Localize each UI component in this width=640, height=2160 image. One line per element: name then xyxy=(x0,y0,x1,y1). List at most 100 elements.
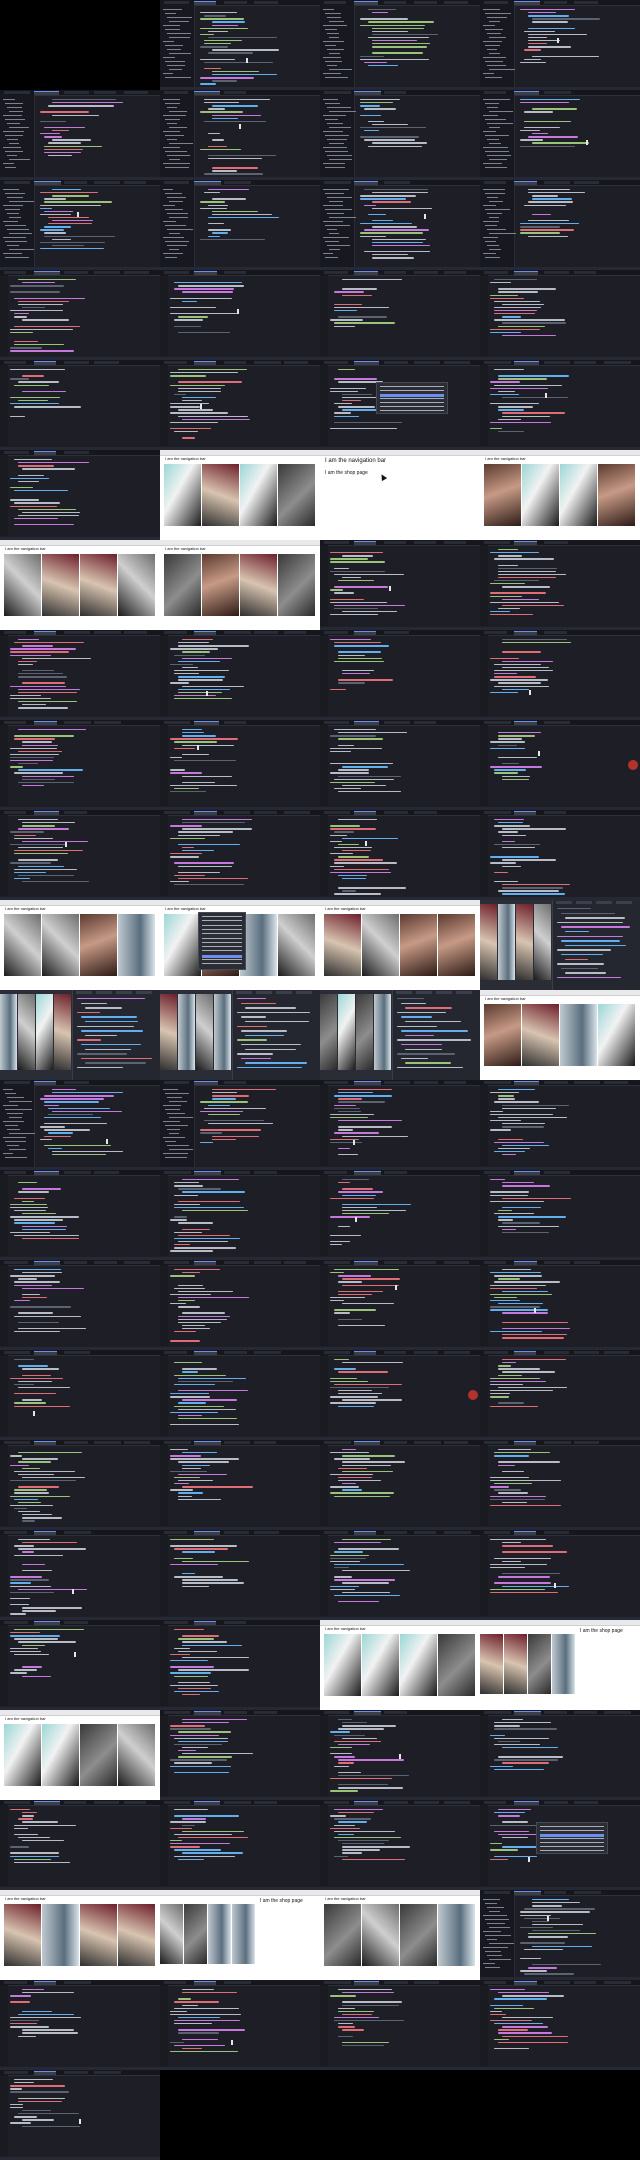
editor-tab[interactable] xyxy=(34,361,56,365)
file-tree-item[interactable] xyxy=(487,65,506,66)
editor-tab[interactable] xyxy=(4,631,26,634)
editor-tab[interactable] xyxy=(64,181,87,184)
file-tree-item[interactable] xyxy=(9,201,34,202)
file-tree-item[interactable] xyxy=(163,73,173,74)
file-tree-item[interactable] xyxy=(165,167,189,168)
editor-tab[interactable] xyxy=(514,1531,536,1535)
context-menu-item[interactable] xyxy=(202,959,242,960)
editor-tab[interactable] xyxy=(194,271,217,275)
file-tree-item[interactable] xyxy=(167,1097,182,1098)
file-tree-item[interactable] xyxy=(485,1935,511,1936)
file-tree-item[interactable] xyxy=(165,1157,187,1158)
editor-tab[interactable] xyxy=(64,1801,86,1804)
file-tree-item[interactable] xyxy=(167,229,193,230)
editor-tab[interactable] xyxy=(514,1081,539,1085)
editor-tab[interactable] xyxy=(164,271,189,274)
editor-tab[interactable] xyxy=(34,721,57,725)
devtools-tab[interactable] xyxy=(96,991,112,994)
editor-tab[interactable] xyxy=(164,181,189,184)
editor-tab[interactable] xyxy=(254,1,278,4)
file-tree-item[interactable] xyxy=(169,1149,193,1150)
file-tree-item[interactable] xyxy=(9,143,19,144)
menu-item[interactable] xyxy=(540,1846,604,1847)
editor-tab[interactable] xyxy=(484,1711,511,1714)
file-tree-item[interactable] xyxy=(3,147,21,148)
file-explorer-sidebar[interactable] xyxy=(160,185,195,267)
editor-tab[interactable] xyxy=(414,1531,436,1534)
context-menu-item[interactable] xyxy=(202,950,242,952)
file-tree-item[interactable] xyxy=(483,253,496,254)
file-tree-item[interactable] xyxy=(165,45,183,46)
file-tree-item[interactable] xyxy=(483,25,495,26)
file-tree-item[interactable] xyxy=(7,123,20,124)
file-tree-item[interactable] xyxy=(5,167,16,168)
file-tree-item[interactable] xyxy=(163,147,180,148)
file-tree-item[interactable] xyxy=(483,57,506,58)
editor-tab[interactable] xyxy=(34,1801,60,1805)
menu-item[interactable] xyxy=(380,386,444,387)
file-tree-item[interactable] xyxy=(323,131,343,132)
file-tree-item[interactable] xyxy=(9,1101,32,1102)
editor-tab[interactable] xyxy=(4,1441,30,1444)
editor-tab[interactable] xyxy=(284,1261,306,1264)
file-tree-item[interactable] xyxy=(329,69,352,70)
editor-tab[interactable] xyxy=(514,1981,537,1985)
editor-tab[interactable] xyxy=(164,1981,186,1984)
file-tree-item[interactable] xyxy=(169,127,187,128)
editor-tab[interactable] xyxy=(484,361,511,364)
file-tree-item[interactable] xyxy=(167,123,177,124)
editor-tab[interactable] xyxy=(64,631,90,634)
file-tree-item[interactable] xyxy=(329,143,344,144)
file-tree-item[interactable] xyxy=(167,107,177,108)
file-tree-item[interactable] xyxy=(165,225,186,226)
editor-tab[interactable] xyxy=(384,181,410,184)
menu-item[interactable] xyxy=(380,406,444,407)
file-tree-item[interactable] xyxy=(9,233,32,234)
editor-tab[interactable] xyxy=(94,1171,119,1174)
file-tree-item[interactable] xyxy=(165,61,185,62)
file-tree-item[interactable] xyxy=(325,103,340,104)
editor-tab[interactable] xyxy=(414,271,438,274)
file-tree-item[interactable] xyxy=(323,99,338,100)
editor-tab[interactable] xyxy=(254,1711,277,1714)
editor-tab[interactable] xyxy=(64,1171,91,1174)
file-tree-item[interactable] xyxy=(485,1951,501,1952)
editor-tab[interactable] xyxy=(544,811,566,814)
context-menu-item[interactable] xyxy=(202,954,242,958)
editor-tab[interactable] xyxy=(164,1261,189,1264)
editor-tab[interactable] xyxy=(574,1711,597,1714)
menu-item[interactable] xyxy=(540,1830,604,1831)
editor-tab[interactable] xyxy=(254,1531,279,1534)
devtools-tab[interactable] xyxy=(136,991,152,994)
editor-tab[interactable] xyxy=(574,1891,601,1894)
file-tree-item[interactable] xyxy=(487,139,499,140)
editor-tab[interactable] xyxy=(444,541,466,544)
file-tree-item[interactable] xyxy=(7,155,17,156)
editor-tab[interactable] xyxy=(514,271,538,275)
editor-tab[interactable] xyxy=(444,1351,470,1354)
file-tree-item[interactable] xyxy=(5,225,26,226)
editor-tab[interactable] xyxy=(124,1801,146,1804)
editor-tab[interactable] xyxy=(94,271,120,274)
file-tree-item[interactable] xyxy=(485,1903,497,1904)
file-tree-item[interactable] xyxy=(485,103,499,104)
editor-tab[interactable] xyxy=(4,271,26,274)
file-tree-item[interactable] xyxy=(489,1959,511,1960)
file-tree-item[interactable] xyxy=(323,147,347,148)
editor-tab[interactable] xyxy=(484,1441,508,1444)
file-tree-item[interactable] xyxy=(163,221,176,222)
editor-tab[interactable] xyxy=(124,181,146,184)
editor-tab[interactable] xyxy=(164,1,189,4)
menu-item[interactable] xyxy=(380,394,444,397)
editor-tab[interactable] xyxy=(194,631,216,635)
file-tree-item[interactable] xyxy=(3,253,22,254)
menu-item[interactable] xyxy=(540,1834,604,1837)
editor-tab[interactable] xyxy=(164,811,190,814)
editor-tab[interactable] xyxy=(604,1081,628,1084)
editor-tab[interactable] xyxy=(194,181,221,185)
file-tree-item[interactable] xyxy=(169,1117,193,1118)
devtools-tab[interactable] xyxy=(436,991,452,994)
file-tree-item[interactable] xyxy=(489,201,503,202)
file-tree-item[interactable] xyxy=(3,131,24,132)
file-tree-item[interactable] xyxy=(7,213,19,214)
